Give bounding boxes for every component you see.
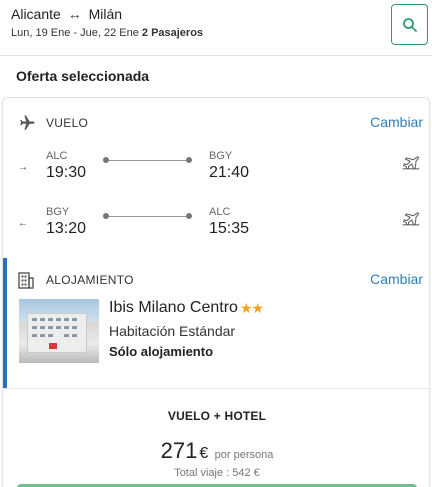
window [32, 318, 37, 321]
plane-takeoff-icon [402, 212, 420, 226]
date-range: Lun, 19 Ene - Jue, 22 Ene [11, 27, 139, 39]
arrival-time: 15:35 [209, 220, 250, 237]
return-arrow-icon: ← [18, 218, 28, 229]
window [48, 334, 53, 337]
airplane-icon [20, 115, 35, 130]
route-title: Alicante ↔ Milán [11, 6, 122, 22]
hotel-name[interactable]: Ibis Milano Centro [109, 299, 238, 317]
route-line [106, 216, 190, 217]
hotel-star-rating: ★★ [240, 300, 264, 316]
route-end-dot [186, 157, 192, 163]
change-flight-link[interactable]: Cambiar [370, 114, 423, 130]
hotel-photo[interactable] [19, 299, 99, 363]
offer-card: VUELO Cambiar → ALC 19:30 BGY 21:40 ← BG… [2, 97, 430, 487]
window [48, 318, 53, 321]
package-label: VUELO + HOTEL [167, 409, 267, 423]
route-start-dot [103, 157, 109, 163]
hotel-building-shape [27, 313, 87, 353]
window [48, 326, 53, 329]
window [64, 334, 69, 337]
building-icon [18, 272, 34, 289]
outbound-arrow-icon: → [18, 162, 28, 173]
departure-airport: BGY [46, 206, 70, 218]
board-type: Sólo alojamiento [109, 344, 214, 359]
route-start-dot [103, 213, 109, 219]
price-currency: € [199, 445, 209, 462]
price-per-person: 271 € por persona [3, 438, 429, 464]
trip-total: Total viaje : 542 € [174, 467, 260, 479]
origin-city: Alicante [11, 6, 61, 22]
window [40, 326, 45, 329]
divider [3, 388, 429, 389]
passenger-count: 2 Pasajeros [141, 27, 204, 39]
round-trip-arrow-icon: ↔ [67, 6, 82, 22]
window [72, 326, 77, 329]
route-line [106, 160, 190, 161]
window [72, 334, 77, 337]
route-end-dot [186, 213, 192, 219]
departure-airport: ALC [46, 150, 68, 162]
price-amount: 271 [160, 438, 198, 463]
accommodation-header: ALOJAMIENTO Cambiar [3, 271, 429, 291]
hotel-sign [49, 343, 57, 349]
arrival-airport: ALC [209, 206, 231, 218]
arrival-airport: BGY [209, 150, 233, 162]
window [64, 318, 69, 321]
section-title: Oferta seleccionada [16, 68, 150, 84]
flight-header: VUELO Cambiar [3, 114, 429, 134]
price-unit: por persona [214, 449, 274, 461]
plane-takeoff-icon [402, 156, 420, 170]
trip-dates: Lun, 19 Ene - Jue, 22 Ene 2 Pasajeros [11, 27, 203, 39]
window [64, 326, 69, 329]
room-type: Habitación Estándar [109, 323, 236, 339]
window [72, 318, 77, 321]
search-button[interactable] [391, 4, 428, 45]
return-leg: ← BGY 13:20 ALC 15:35 [3, 206, 429, 246]
departure-time: 13:20 [46, 220, 87, 237]
window [40, 318, 45, 321]
arrival-time: 21:40 [209, 164, 250, 181]
change-hotel-link[interactable]: Cambiar [370, 271, 423, 287]
window [56, 318, 61, 321]
outbound-leg: → ALC 19:30 BGY 21:40 [3, 150, 429, 190]
window [32, 326, 37, 329]
flight-label: VUELO [46, 116, 89, 130]
window [32, 334, 37, 337]
departure-time: 19:30 [46, 164, 87, 181]
window [40, 334, 45, 337]
destination-city: Milán [88, 6, 123, 22]
search-summary-header: Alicante ↔ Milán Lun, 19 Ene - Jue, 22 E… [0, 0, 432, 56]
window [56, 326, 61, 329]
accommodation-label: ALOJAMIENTO [46, 273, 134, 287]
search-icon [402, 17, 417, 32]
